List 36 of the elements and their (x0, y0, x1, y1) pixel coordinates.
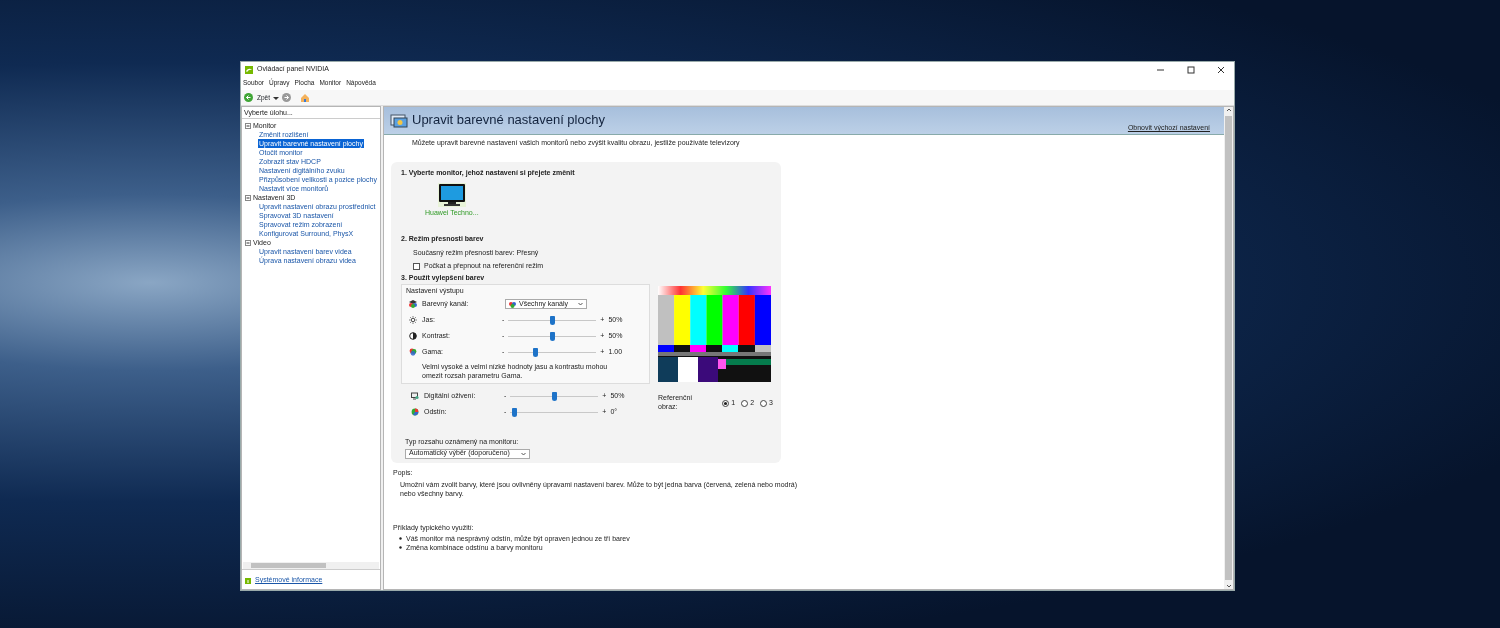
slider-thumb[interactable] (532, 347, 538, 357)
digital-vibrance-icon (411, 392, 419, 400)
info-icon (245, 577, 251, 584)
collapse-icon[interactable] (245, 194, 251, 201)
vertical-scrollbar[interactable] (1224, 107, 1233, 589)
back-arrow-icon (244, 93, 253, 102)
scroll-up-icon[interactable] (1225, 107, 1232, 113)
horizontal-scrollbar[interactable] (243, 562, 379, 570)
scroll-down-icon[interactable] (1225, 583, 1232, 589)
hue-icon (411, 408, 419, 416)
color-channel-icon (409, 300, 417, 308)
radio-button[interactable] (760, 399, 768, 407)
page-title: Upravit barevné nastavení plochy (412, 112, 605, 129)
monitor-icon[interactable] (437, 182, 466, 207)
radio-button[interactable] (722, 399, 730, 407)
caret-icon[interactable] (273, 94, 279, 101)
chevron-down-icon (578, 302, 583, 306)
checkbox[interactable] (413, 262, 420, 270)
brightness-icon (409, 316, 417, 324)
bullet-icon (399, 546, 402, 550)
bullet-icon (399, 537, 402, 541)
radio-button[interactable] (741, 399, 749, 407)
slider-thumb[interactable] (511, 407, 517, 417)
chevron-down-icon (521, 451, 526, 456)
home-icon[interactable] (300, 92, 310, 103)
contrast-icon (409, 332, 417, 340)
forward-arrow-icon[interactable] (282, 93, 291, 102)
slider-thumb[interactable] (550, 315, 556, 325)
collapse-icon[interactable] (245, 122, 251, 129)
collapse-icon[interactable] (245, 239, 251, 246)
gamma-icon (409, 348, 417, 356)
slider-thumb[interactable] (550, 331, 556, 341)
color-channel-icon (509, 300, 516, 308)
slider-thumb[interactable] (552, 391, 558, 401)
app-icon (245, 65, 253, 74)
display-settings-icon (390, 113, 408, 128)
